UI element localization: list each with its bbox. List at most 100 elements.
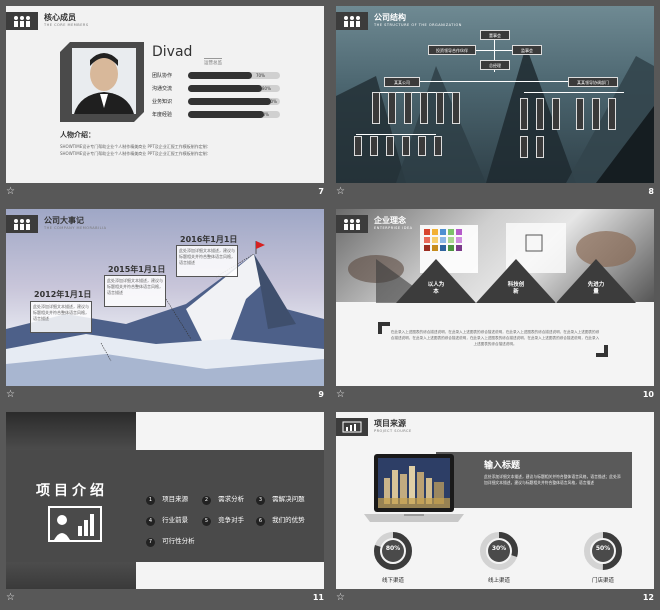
org-node-dept-right: 某某领导协调部门 [568,77,618,87]
skill-value: 80% [262,86,271,91]
event-date: 2012年1月1日 [34,290,92,299]
slide-title: 核心成员 [44,13,76,22]
skill-fill [188,111,265,118]
member-role: 运营总监 [204,58,222,66]
slide-number: 7 [318,187,324,196]
triangle-label: 先进力量 [587,282,605,295]
triangle-label: 科技创新 [507,282,525,295]
star-icon[interactable]: ☆ [336,592,345,604]
agenda-item[interactable]: 6 我们的优势 [256,507,305,526]
star-icon[interactable]: ☆ [336,389,345,401]
skill-list: 团队协作 70% 沟通交流 80% 业务知识 90% 年度经验 83% [152,70,282,122]
idea-body: 在此录入上述图表的综合描述说明，在此录入上述图表的综合描述说明，在此录入上述图表… [390,330,600,346]
event-text: 此处添加详细文本描述，建议与标题相关并符合整体语言风格，语言描述 [107,278,163,295]
slide-7: 核心成员 THE CORE MEMBERS Divad 运营总监 团队协作 70… [6,6,324,183]
slide-thumb-9[interactable]: 公司大事记 THE COMPANY MEMORABILIA 2012年1月1日 … [0,203,330,406]
event-box: 此处添加详细文本描述，建议与标题相关并符合整体语言风格，语言描述 [104,275,166,307]
org-node-sub [608,98,616,130]
ring-label: 线下渠道 [381,578,404,584]
slide-subtitle: THE STRUCTURE OF THE ORGANIZATION [374,23,462,27]
org-connector [524,92,624,93]
agenda-number: 3 [256,496,265,505]
agenda-label: 我们的优势 [272,516,305,524]
ring-value: 50% [595,545,611,552]
avatar-frame [60,42,144,122]
slide-thumb-7[interactable]: 核心成员 THE CORE MEMBERS Divad 运营总监 团队协作 70… [0,0,330,203]
slide-thumb-12[interactable]: 项目来源 PROJECT SOURCE 输入标题 此处添加详细文本描述，建议与标… [330,406,660,609]
org-node-right-branch: 监事会 [512,45,542,55]
slide-footer: ☆ 11 [6,592,324,606]
agenda-number: 2 [202,496,211,505]
skill-label: 业务知识 [152,99,173,105]
skill-fill [188,98,271,105]
event-box: 此处添加详细文本描述，建议与标题相关并符合整体语言风格，语言描述 [176,245,238,277]
org-node-sub [592,98,600,130]
slide-number: 8 [648,187,654,196]
org-connector [402,81,592,82]
agenda-item[interactable]: 7 可行性分析 [146,528,195,547]
slide-title: 企业理念 [374,216,406,225]
org-node-sub [552,98,560,130]
agenda-item[interactable]: 3 需解决问题 [256,486,305,505]
org-node-sub [418,136,426,156]
intro-line: SHOWTIME设计专门帮助企业个人制作精美商业 PPT及企业汇报工作模板制作定… [60,144,211,149]
org-node-left-branch: 投资领导合作伙伴 [428,45,476,55]
skill-fill [188,72,253,79]
skill-row: 业务知识 90% [152,96,282,109]
ring: 80% [372,530,414,572]
org-node-sub [536,98,544,130]
star-icon[interactable]: ☆ [336,186,345,198]
skill-label: 团队协作 [152,73,173,79]
agenda-item[interactable]: 1 项目来源 [146,486,188,505]
event-text: 此处添加详细文本描述，建议与标题相关并符合整体语言风格，语言描述 [33,304,89,321]
agenda-number: 1 [146,496,155,505]
event-date: 2016年1月1日 [180,235,238,244]
star-icon[interactable]: ☆ [6,186,15,198]
org-node-sub [436,92,444,124]
star-icon[interactable]: ☆ [6,592,15,604]
ring: 30% [478,530,520,572]
slide-number: 10 [642,390,654,399]
triangle-label: 以人为本 [427,282,445,295]
slide-footer: ☆ 12 [336,592,654,606]
agenda-item[interactable]: 5 竞争对手 [202,507,244,526]
agenda-item[interactable]: 4 行业前景 [146,507,188,526]
agenda-label: 需解决问题 [272,495,305,503]
agenda-label: 竞争对手 [218,516,245,524]
section-title: 项目介绍 [36,483,108,499]
org-connector [356,134,436,135]
skill-label: 年度经验 [152,112,173,118]
org-node-sub [386,136,394,156]
org-node-sub [402,136,410,156]
skill-value: 90% [268,99,277,104]
agenda-number: 7 [146,538,155,547]
intro-title: 人物介绍： [60,131,95,139]
skill-value: 83% [260,112,269,117]
slide-thumb-11[interactable]: 项目介绍 1 项目来源 2 需求分析 3 需解决问题 4 行业前景 5 竞争对手… [0,406,330,609]
slide-number: 9 [318,390,324,399]
agenda-item[interactable]: 2 需求分析 [202,486,244,505]
skill-value: 70% [256,73,265,78]
org-node-sub [434,136,442,156]
team-icon [6,12,38,30]
skill-row: 年度经验 83% [152,109,282,122]
agenda-label: 行业前景 [162,516,189,524]
laptop [364,452,464,530]
slide-footer: ☆ 8 [336,186,654,200]
slide-11: 项目介绍 1 项目来源 2 需求分析 3 需解决问题 4 行业前景 5 竞争对手… [6,412,324,589]
slide-8: 公司结构 THE STRUCTURE OF THE ORGANIZATION 董… [336,6,654,183]
slide-footer: ☆ 9 [6,389,324,403]
star-icon[interactable]: ☆ [6,389,15,401]
slide-thumb-10[interactable]: 企业理念 ENTERPRISE IDEA 以人为本 科技创新 先进力量 在此录入… [330,203,660,406]
skill-track [188,98,280,105]
slide-subtitle: PROJECT SOURCE [374,429,412,433]
team-icon [6,215,38,233]
slide-10: 企业理念 ENTERPRISE IDEA 以人为本 科技创新 先进力量 在此录入… [336,209,654,386]
slide-thumb-8[interactable]: 公司结构 THE STRUCTURE OF THE ORGANIZATION 董… [330,0,660,203]
skill-row: 团队协作 70% [152,70,282,83]
flag-icon [256,241,265,249]
skill-row: 沟通交流 80% [152,83,282,96]
agenda-label: 可行性分析 [162,537,195,545]
agenda-number: 5 [202,517,211,526]
ring-value: 30% [491,545,507,552]
